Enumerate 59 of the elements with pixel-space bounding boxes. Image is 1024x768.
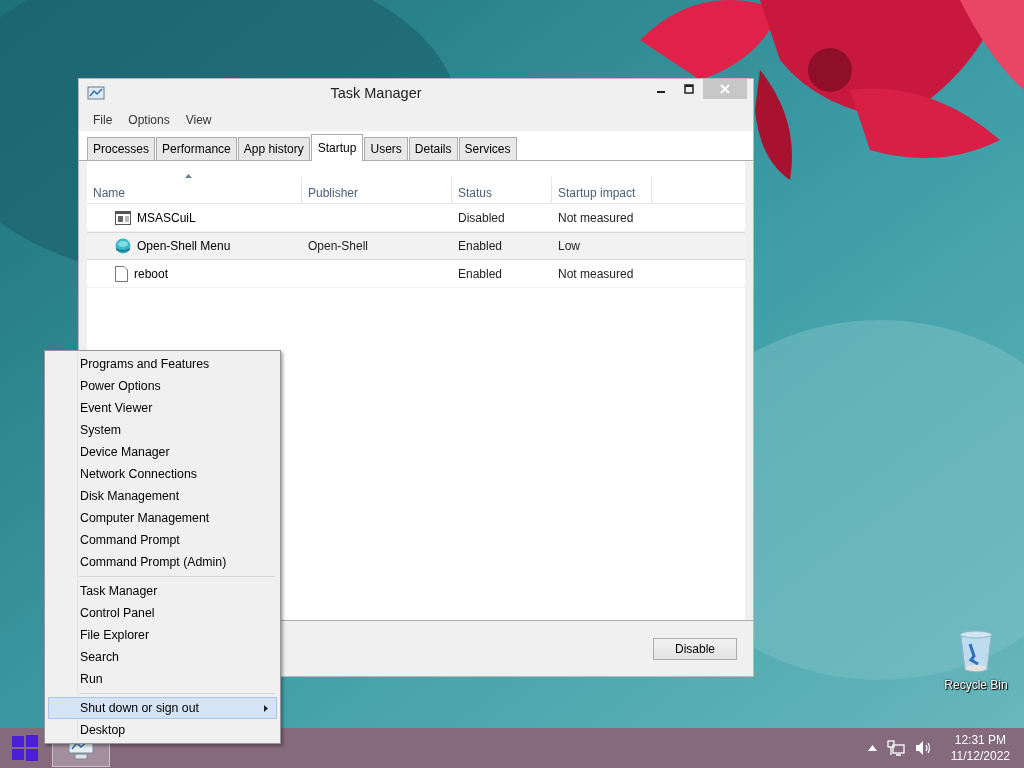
clock-time[interactable]: 12:31 PM <box>950 732 1010 748</box>
tab[interactable]: App history <box>237 137 310 160</box>
menu-item[interactable]: Device Manager <box>48 441 277 463</box>
column-header[interactable]: Publisher <box>302 177 452 203</box>
file-icon <box>115 265 128 282</box>
menu-item[interactable]: Power Options <box>48 375 277 397</box>
tab[interactable]: Performance <box>156 137 237 160</box>
tab[interactable]: Startup <box>310 134 364 161</box>
tab[interactable]: Details <box>408 137 458 160</box>
table-cell: Enabled <box>458 239 503 253</box>
task-manager-icon <box>87 86 105 102</box>
menu-item[interactable]: Options <box>120 111 178 129</box>
disable-button[interactable]: Disable <box>653 637 737 660</box>
window-title: Task Manager <box>329 84 423 104</box>
maximize-icon <box>684 84 694 94</box>
tab[interactable]: Services <box>458 137 517 160</box>
menu-item[interactable]: View <box>177 111 220 129</box>
table-cell-text: MSASCuiL <box>137 209 196 227</box>
table-cell-text: reboot <box>134 265 169 283</box>
table-cell: Enabled <box>458 266 503 281</box>
menu-item[interactable]: Search <box>48 646 277 668</box>
table-cell: Disabled <box>458 210 505 225</box>
network-icon[interactable] <box>886 740 905 756</box>
windows-logo-icon <box>12 735 38 761</box>
app-window-icon <box>115 210 131 225</box>
clock-date[interactable]: 11/12/2022 <box>950 748 1010 764</box>
speaker-icon[interactable] <box>914 740 933 756</box>
close-icon <box>720 84 730 94</box>
table-cell-text: Open-Shell Menu <box>137 238 231 255</box>
menu-item[interactable]: Command Prompt <box>48 529 277 551</box>
menu-item[interactable]: Network Connections <box>48 463 277 485</box>
globe-icon <box>115 238 131 254</box>
menu-item[interactable]: System <box>48 419 277 441</box>
menu-item[interactable]: File Explorer <box>48 624 277 646</box>
menu-item[interactable]: Command Prompt (Admin) <box>48 551 277 573</box>
tab[interactable]: Processes <box>87 137 156 160</box>
table-row[interactable]: Open-Shell Menu Open-Shell Enabled Low <box>87 232 745 260</box>
show-hidden-icons-icon[interactable] <box>867 745 877 751</box>
menu-item[interactable]: Shut down or sign out <box>48 697 277 719</box>
menu-item[interactable]: Run <box>48 668 277 690</box>
menu-item[interactable]: Computer Management <box>48 507 277 529</box>
tab[interactable]: Users <box>364 137 408 160</box>
menu-item[interactable]: Control Panel <box>48 602 277 624</box>
menu-item[interactable]: Task Manager <box>48 580 277 602</box>
table-cell: Low <box>558 239 580 253</box>
recycle-bin-icon <box>958 630 994 674</box>
minimize-icon <box>657 91 665 93</box>
table-cell: Not measured <box>558 266 634 281</box>
table-cell: Not measured <box>558 210 634 225</box>
menu-item[interactable]: Event Viewer <box>48 397 277 419</box>
column-header[interactable]: Status <box>452 177 552 203</box>
menu-item[interactable]: File <box>85 111 121 129</box>
column-header[interactable]: Name <box>87 177 302 203</box>
menu-item[interactable]: Programs and Features <box>48 353 277 375</box>
table-cell: Open-Shell <box>308 239 369 253</box>
table-row[interactable]: reboot Enabled Not measured <box>87 260 745 288</box>
column-header[interactable]: Startup impact <box>552 177 652 203</box>
menu-item[interactable]: Disk Management <box>48 485 277 507</box>
menu-item[interactable]: Desktop <box>48 719 277 741</box>
